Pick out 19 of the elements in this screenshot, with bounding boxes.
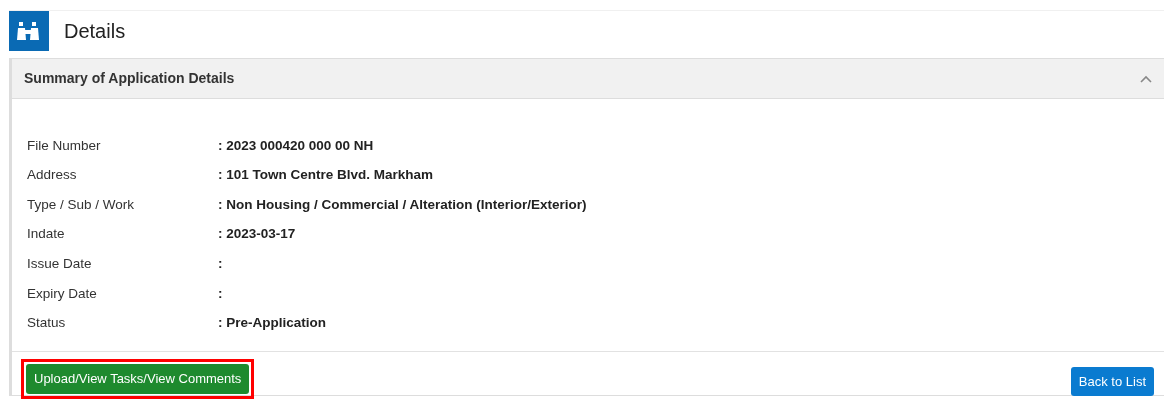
field-value: :	[218, 284, 223, 303]
field-value: : 2023 000420 000 00 NH	[218, 136, 374, 155]
back-button[interactable]: Back to List	[1070, 366, 1154, 396]
page-title: Details	[64, 18, 126, 44]
field-label: File Number	[27, 136, 102, 155]
field-label: Indate	[27, 225, 66, 244]
field-label: Expiry Date	[27, 284, 98, 303]
field-value: :	[218, 255, 223, 274]
chevron-icon[interactable]	[1140, 74, 1152, 83]
upload-tasks-button[interactable]: Upload/View Tasks/View Comments	[26, 364, 250, 394]
field-label: Type / Sub / Work	[27, 195, 136, 214]
field-label: Status	[27, 314, 67, 333]
panel-header[interactable]: Summary of Application Details	[12, 59, 1164, 99]
field-value: : Non Housing / Commercial / Alteration (Interior/Exterior)	[218, 195, 587, 214]
field-value: : 2023-03-17	[218, 225, 296, 244]
field-value: : Pre-Application	[218, 314, 326, 333]
field-label: Issue Date	[27, 255, 93, 274]
field-value: : 101 Town Centre Blvd. Markham	[218, 166, 434, 185]
field-label: Address	[27, 166, 78, 185]
